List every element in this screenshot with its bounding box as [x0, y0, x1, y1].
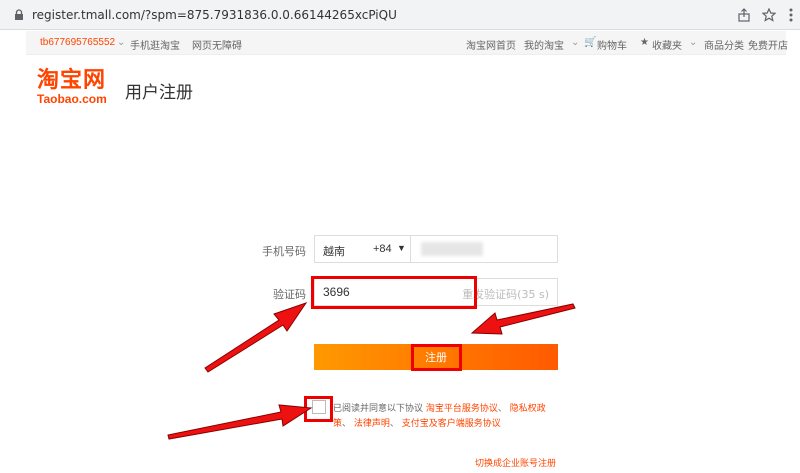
- platform-agreement-link[interactable]: 淘宝平台服务协议: [426, 404, 498, 414]
- username-link[interactable]: tb677695765552: [40, 37, 115, 48]
- open-shop-link[interactable]: 免费开店: [748, 37, 788, 52]
- star-icon: ★: [640, 37, 649, 48]
- chevron-down-icon: ⌄: [689, 37, 698, 48]
- phone-number-input[interactable]: [421, 242, 483, 256]
- browser-url-bar[interactable]: register.tmall.com/?spm=875.7931836.0.0.…: [0, 0, 800, 30]
- taobao-home-link[interactable]: 淘宝网首页: [466, 37, 516, 52]
- agreement-text: 已阅读并同意以下协议 淘宝平台服务协议、 隐私权政策、 法律声明、 支付宝及客户…: [333, 404, 546, 429]
- enterprise-register-link[interactable]: 切换成企业账号注册: [475, 456, 556, 469]
- arrow-to-checkbox-icon: [167, 404, 313, 440]
- browser-menu-icon[interactable]: [782, 6, 800, 24]
- lock-icon[interactable]: [10, 6, 28, 24]
- logo-chinese: 淘宝网: [37, 68, 107, 93]
- country-select[interactable]: 越南 +84 ▼: [315, 236, 411, 262]
- cart-icon: 🛒: [584, 37, 597, 48]
- mobile-taobao-link[interactable]: 手机逛淘宝: [130, 37, 180, 52]
- site-top-bar: tb677695765552 ⌄ 手机逛淘宝 网页无障碍 淘宝网首页 我的淘宝 …: [26, 31, 788, 55]
- page-title: 用户注册: [125, 83, 193, 103]
- chevron-down-icon: ⌄: [571, 37, 580, 48]
- bookmark-star-icon[interactable]: [760, 6, 778, 24]
- accessibility-link[interactable]: 网页无障碍: [192, 37, 242, 52]
- share-icon[interactable]: [735, 6, 753, 24]
- logo-english: Taobao.com: [37, 92, 107, 106]
- checkbox-highlight-box: [304, 396, 333, 422]
- my-taobao-link[interactable]: 我的淘宝: [524, 37, 564, 52]
- arrow-to-register-icon: [470, 303, 576, 335]
- country-name: 越南: [323, 245, 345, 258]
- alipay-agreement-link[interactable]: 支付宝及客户端服务协议: [402, 419, 501, 429]
- legal-notice-link[interactable]: 法律声明: [354, 419, 390, 429]
- chevron-down-icon: ⌄: [117, 37, 126, 48]
- code-label: 验证码: [273, 288, 306, 301]
- cart-link[interactable]: 购物车: [597, 37, 627, 52]
- code-highlight-box: [311, 276, 477, 309]
- register-highlight-box: [411, 344, 462, 371]
- categories-link[interactable]: 商品分类: [704, 37, 744, 52]
- taobao-logo[interactable]: 淘宝网 Taobao.com: [37, 68, 107, 106]
- phone-field: 越南 +84 ▼: [314, 235, 558, 263]
- caret-down-icon: ▼: [397, 243, 406, 253]
- country-code: +84: [373, 243, 392, 255]
- agreement-prefix: 已阅读并同意以下协议: [333, 404, 424, 414]
- arrow-to-code-icon: [204, 302, 308, 373]
- favorites-link[interactable]: 收藏夹: [652, 37, 682, 52]
- phone-label: 手机号码: [262, 245, 306, 258]
- address-text[interactable]: register.tmall.com/?spm=875.7931836.0.0.…: [32, 8, 397, 22]
